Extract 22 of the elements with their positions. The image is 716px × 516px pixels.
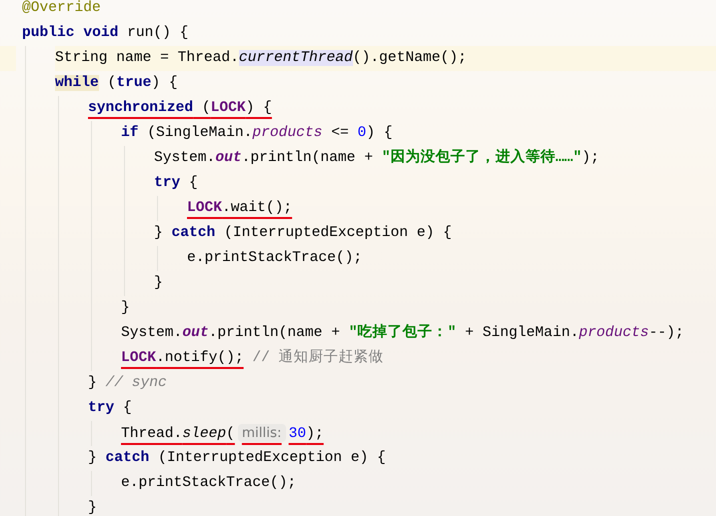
code-line: LOCK.wait(); [187, 199, 294, 218]
code-line: if (SingleMain.products <= 0) { [121, 124, 394, 143]
code-line: e.printStackTrace(); [121, 474, 298, 493]
code-line: try { [154, 174, 199, 193]
code-line: } [154, 274, 164, 293]
code-line: try { [88, 399, 133, 418]
code-line: public void run() { [22, 24, 190, 43]
code-line: } [88, 499, 98, 516]
code-line: System.out.println(name + "因为没包子了，进入等待……"); [154, 148, 600, 168]
code-line: synchronized (LOCK) { [88, 99, 273, 118]
code-line: } catch (InterruptedException e) { [154, 224, 453, 243]
code-line: } // sync [88, 374, 168, 393]
code-line: @Override [22, 0, 102, 18]
code-line: } catch (InterruptedException e) { [88, 449, 387, 468]
code-line: System.out.println(name + "吃掉了包子：" + SingleMain.products--); [121, 322, 685, 343]
code-line: } [121, 299, 131, 318]
code-line: e.printStackTrace(); [187, 249, 364, 268]
code-line: LOCK.notify(); // 通知厨子赶紧做 [121, 348, 385, 368]
code-line: while (true) { [55, 74, 179, 93]
code-text: Thread.sleep( [121, 426, 235, 442]
parameter-hint: millis: [238, 424, 286, 442]
code-text: 30); [288, 426, 324, 442]
